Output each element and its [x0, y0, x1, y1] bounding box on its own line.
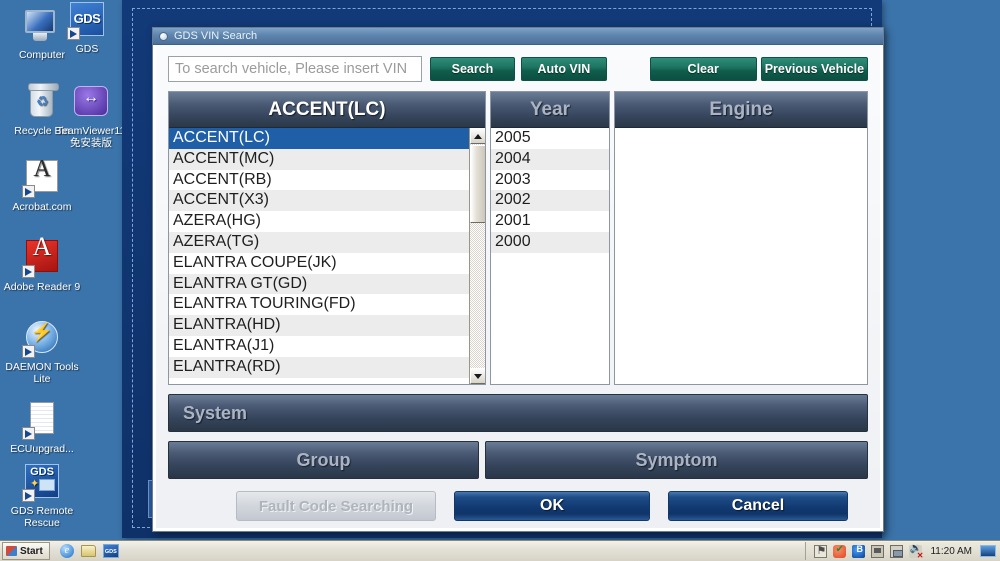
vehicle-list-scrollbar[interactable] — [469, 128, 485, 384]
vehicle-list-rows: ACCENT(LC)ACCENT(MC)ACCENT(RB)ACCENT(X3)… — [169, 128, 485, 384]
system-tray: 11:20 AM — [805, 542, 1000, 560]
window-menu-icon[interactable] — [159, 32, 168, 41]
gds-rescue-icon: GDS ✦ — [22, 462, 62, 502]
list-item[interactable]: ELANTRA(HD) — [169, 315, 485, 336]
scrollbar-thumb[interactable] — [470, 145, 485, 223]
volume-muted-icon[interactable] — [909, 545, 922, 558]
desktop-icon-label: DAEMON Tools Lite — [0, 361, 84, 385]
dialog-body: Search Auto VIN Clear Previous Vehicle A… — [153, 45, 883, 531]
year-list-rows: 200520042003200220012000 — [491, 128, 609, 384]
document-icon — [22, 400, 62, 440]
list-item[interactable]: ACCENT(LC) — [169, 128, 485, 149]
desktop-icon-label: Adobe Reader 9 — [0, 281, 84, 293]
desktop-icon-adobe-reader[interactable]: Adobe Reader 9 — [0, 238, 84, 293]
engine-panel: Engine — [614, 91, 868, 385]
clear-button[interactable]: Clear — [650, 57, 757, 81]
list-item[interactable]: 2005 — [491, 128, 609, 149]
scroll-up-icon[interactable] — [470, 128, 485, 144]
list-item[interactable]: ELANTRA GT(GD) — [169, 274, 485, 295]
vin-search-input[interactable] — [168, 56, 422, 82]
list-item[interactable]: ACCENT(RB) — [169, 170, 485, 191]
dialog-titlebar[interactable]: GDS VIN Search — [153, 28, 883, 45]
dialog-footer: Fault Code Searching OK Cancel — [168, 491, 868, 521]
quick-launch-bar: e GDS — [60, 544, 119, 558]
adobe-reader-icon — [22, 238, 62, 278]
daemon-tools-icon — [22, 318, 62, 358]
vin-search-row: Search Auto VIN Clear Previous Vehicle — [168, 55, 868, 82]
symptom-selector-label: Symptom — [635, 450, 717, 471]
list-item[interactable]: ACCENT(X3) — [169, 190, 485, 211]
list-item[interactable]: 2003 — [491, 170, 609, 191]
engine-list-rows — [615, 128, 867, 384]
selection-columns: ACCENT(LC) ACCENT(LC)ACCENT(MC)ACCENT(RB… — [168, 91, 868, 385]
list-item[interactable]: 2000 — [491, 232, 609, 253]
year-panel-header: Year — [491, 92, 609, 128]
teamviewer-icon — [71, 82, 111, 122]
previous-vehicle-button[interactable]: Previous Vehicle — [761, 57, 868, 81]
desktop-icon-label: GDS — [45, 43, 129, 55]
desktop-icon-label: Acrobat.com — [0, 201, 84, 213]
desktop-icon-gds-remote-rescue[interactable]: GDS ✦ GDS Remote Rescue — [0, 462, 84, 529]
list-item[interactable]: 2002 — [491, 190, 609, 211]
desktop-icon-acrobat-com[interactable]: Acrobat.com — [0, 158, 84, 213]
engine-panel-title: Engine — [709, 99, 772, 121]
engine-list[interactable] — [615, 128, 867, 384]
list-item[interactable]: 2004 — [491, 149, 609, 170]
desktop-icon-gds[interactable]: GDS GDS — [45, 0, 129, 55]
list-item[interactable]: AZERA(TG) — [169, 232, 485, 253]
vehicle-panel: ACCENT(LC) ACCENT(LC)ACCENT(MC)ACCENT(RB… — [168, 91, 486, 385]
list-item[interactable]: ACCENT(MC) — [169, 149, 485, 170]
auto-vin-button[interactable]: Auto VIN — [521, 57, 606, 81]
network-icon[interactable] — [890, 545, 903, 558]
list-item[interactable]: ELANTRA COUPE(JK) — [169, 253, 485, 274]
list-item[interactable]: 2001 — [491, 211, 609, 232]
group-symptom-row: Group Symptom — [168, 441, 868, 479]
start-button-label: Start — [20, 546, 43, 557]
list-item[interactable]: AZERA(HG) — [169, 211, 485, 232]
year-list[interactable]: 200520042003200220012000 — [491, 128, 609, 384]
search-button[interactable]: Search — [430, 57, 515, 81]
bluetooth-icon[interactable] — [852, 545, 865, 558]
gds-vin-search-dialog: GDS VIN Search Search Auto VIN Clear Pre… — [152, 27, 884, 532]
security-shield-icon[interactable] — [833, 545, 846, 558]
desktop-icon-label: ECUupgrad... — [0, 443, 84, 455]
scroll-down-icon[interactable] — [470, 368, 485, 384]
system-selector[interactable]: System — [168, 394, 868, 432]
fault-code-searching-button[interactable]: Fault Code Searching — [236, 491, 436, 521]
acrobat-icon — [22, 158, 62, 198]
start-button[interactable]: Start — [2, 542, 50, 560]
taskbar: Start e GDS 11:20 AM — [0, 540, 1000, 561]
flag-icon[interactable] — [814, 545, 827, 558]
ok-button[interactable]: OK — [454, 491, 650, 521]
gds-icon: GDS — [67, 0, 107, 40]
desktop-icon-label: GDS Remote Rescue — [0, 505, 84, 529]
internet-explorer-icon[interactable]: e — [60, 544, 74, 558]
vehicle-panel-title: ACCENT(LC) — [268, 99, 385, 121]
show-desktop-button[interactable] — [980, 545, 996, 557]
year-panel: Year 200520042003200220012000 — [490, 91, 610, 385]
engine-panel-header: Engine — [615, 92, 867, 128]
dialog-title: GDS VIN Search — [174, 30, 257, 42]
desktop-icon-ecuupgrade[interactable]: ECUupgrad... — [0, 400, 84, 455]
vehicle-list[interactable]: ACCENT(LC)ACCENT(MC)ACCENT(RB)ACCENT(X3)… — [169, 128, 485, 384]
group-selector-label: Group — [297, 450, 351, 471]
group-selector[interactable]: Group — [168, 441, 479, 479]
monitor-icon[interactable] — [871, 545, 884, 558]
list-item[interactable]: ELANTRA(J1) — [169, 336, 485, 357]
gds-taskbar-icon[interactable]: GDS — [103, 544, 119, 558]
list-item[interactable]: ELANTRA TOURING(FD) — [169, 294, 485, 315]
system-selector-label: System — [183, 403, 247, 424]
show-desktop-icon[interactable] — [81, 545, 96, 557]
symptom-selector[interactable]: Symptom — [485, 441, 868, 479]
clock[interactable]: 11:20 AM — [928, 546, 974, 557]
windows-flag-icon — [6, 546, 17, 556]
vehicle-panel-header: ACCENT(LC) — [169, 92, 485, 128]
desktop-icon-daemon-tools[interactable]: DAEMON Tools Lite — [0, 318, 84, 385]
list-item[interactable]: ELANTRA(RD) — [169, 357, 485, 378]
cancel-button[interactable]: Cancel — [668, 491, 848, 521]
year-panel-title: Year — [530, 99, 570, 121]
